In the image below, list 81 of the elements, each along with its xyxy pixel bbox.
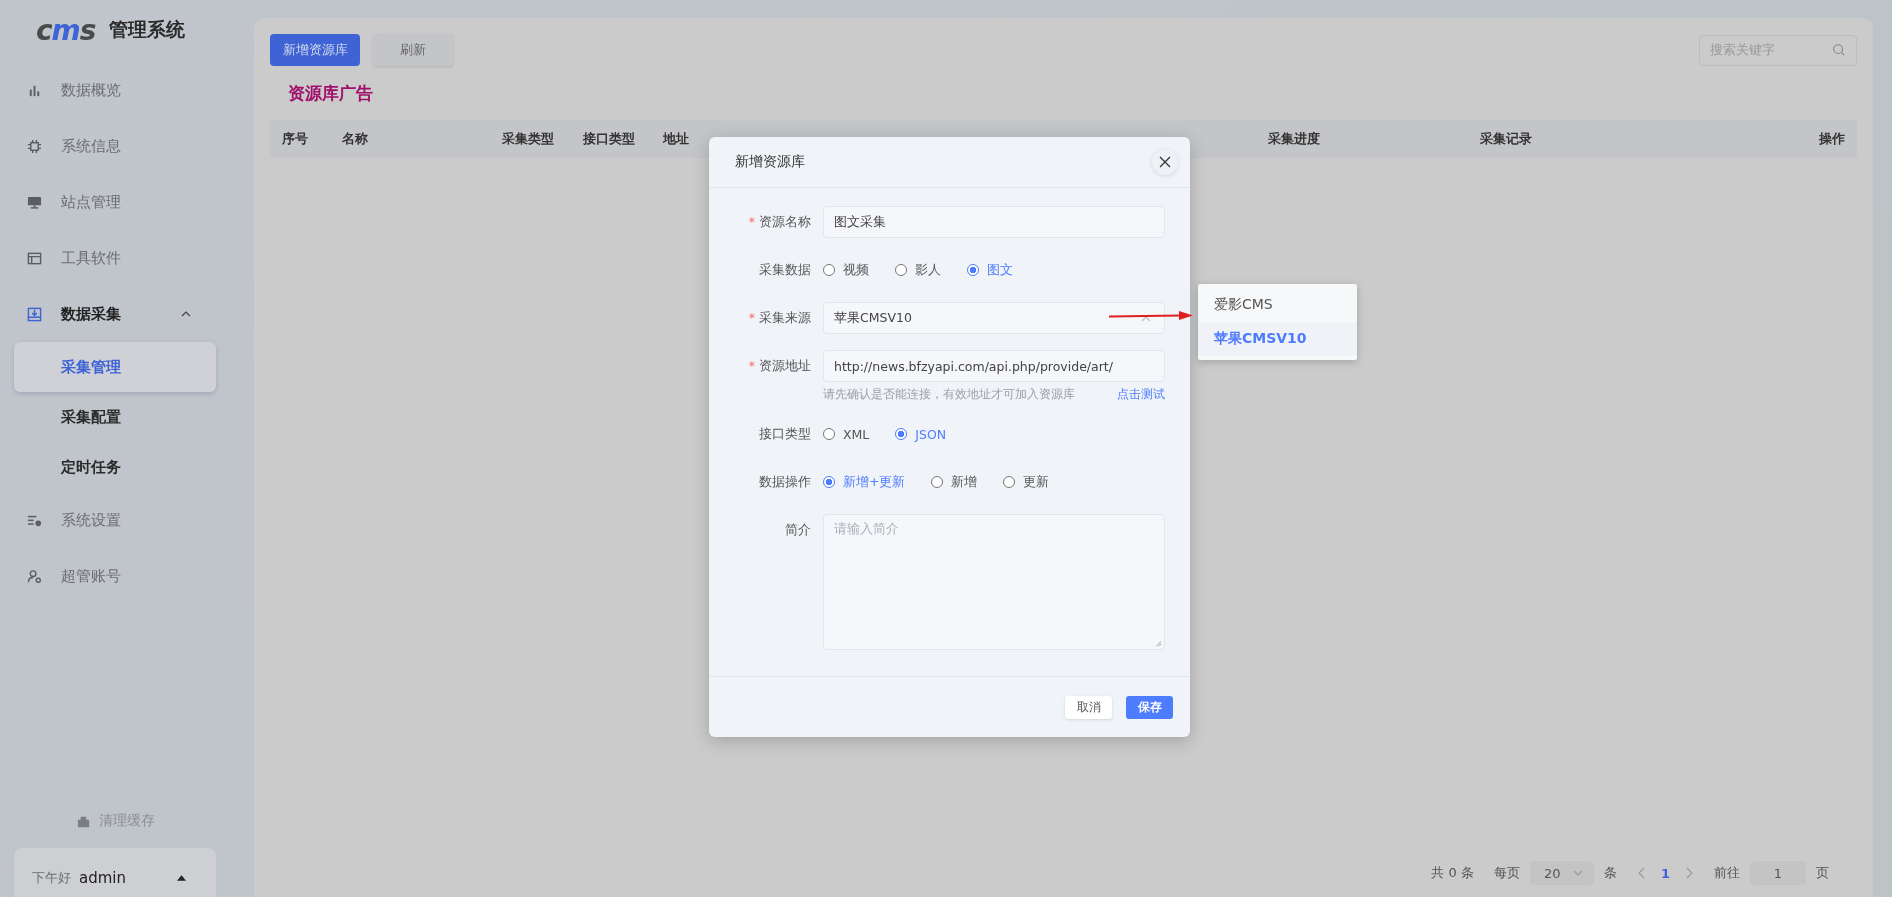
description-field[interactable]: 请输入简介 (823, 514, 1165, 650)
sidebar-item[interactable]: 工具软件 (14, 230, 216, 286)
column-header: 采集记录 (1480, 130, 1533, 148)
sidebar-subitem[interactable]: 采集管理 (14, 342, 216, 392)
dialog-button[interactable]: 保存 (1126, 695, 1173, 719)
radio-option[interactable]: JSON (895, 426, 947, 442)
required-mark: * (748, 309, 755, 327)
close-button[interactable] (1152, 149, 1178, 175)
column-header: 序号 (282, 130, 309, 148)
chip-icon (27, 138, 42, 154)
page-number[interactable]: 1 (1660, 865, 1670, 881)
field-hint: 请先确认是否能连接，有效地址才可加入资源库 (823, 387, 1075, 402)
field-label: 数据操作 (759, 473, 811, 491)
caret-icon (177, 874, 186, 881)
section-title: 资源库广告 (288, 81, 374, 105)
dropdown-option[interactable]: 苹果CMSV10 (1198, 322, 1357, 356)
column-header: 采集类型 (502, 130, 555, 148)
dialog-button[interactable]: 取消 (1065, 695, 1112, 719)
sidebar-subitem[interactable]: 采集配置 (14, 392, 216, 442)
resize-grip-icon[interactable] (1154, 639, 1162, 647)
monitor-icon (27, 194, 42, 210)
radio-button[interactable] (895, 428, 908, 440)
user-name: admin (79, 868, 126, 887)
required-mark: * (748, 213, 755, 231)
toolbar-button[interactable]: 新增资源库 (270, 34, 360, 66)
unit-label: 条 (1603, 864, 1617, 882)
download-box-icon (27, 306, 42, 322)
dialog-title: 新增资源库 (735, 153, 805, 171)
logo: cms (36, 13, 96, 47)
radio-option[interactable]: 图文 (967, 261, 1013, 279)
sidebar-item[interactable]: 超管账号 (14, 548, 216, 604)
sidebar-item[interactable]: 站点管理 (14, 174, 216, 230)
text-field[interactable]: http://news.bfzyapi.com/api.php/provide/art/ (823, 350, 1165, 382)
greeting: 下午好 (32, 868, 71, 887)
field-label: 采集来源 (759, 309, 811, 327)
field-label: 资源名称 (759, 213, 811, 231)
radio-button[interactable] (967, 264, 979, 276)
total-count: 共 0 条 (1431, 864, 1474, 882)
radio-button[interactable] (895, 264, 907, 276)
field-label: 简介 (785, 521, 811, 539)
radio-option[interactable]: 视频 (823, 261, 869, 279)
search-icon (1832, 43, 1846, 57)
page-unit-label: 页 (1816, 864, 1829, 882)
test-link[interactable]: 点击测试 (1117, 387, 1165, 402)
radio-option[interactable]: 影人 (895, 261, 941, 279)
page-size-select[interactable]: 20 (1529, 861, 1594, 885)
radio-button[interactable] (1003, 476, 1016, 488)
sidebar-item[interactable]: 数据概览 (14, 62, 216, 118)
radio-button[interactable] (931, 476, 944, 488)
page-size-label: 每页 (1493, 864, 1520, 882)
radio-option[interactable]: 更新 (1003, 473, 1050, 491)
column-header: 地址 (663, 130, 690, 148)
sidebar-subitem[interactable]: 定时任务 (14, 442, 216, 492)
radio-button[interactable] (823, 428, 835, 440)
user-gear-icon (27, 568, 42, 584)
field-label: 资源地址 (759, 357, 811, 375)
select-field[interactable]: 苹果CMSV10 (823, 302, 1165, 334)
field-label: 接口类型 (759, 425, 811, 443)
close-icon (1159, 156, 1171, 168)
window-icon (27, 250, 42, 266)
radio-option[interactable]: 新增+更新 (823, 473, 906, 491)
text-field[interactable]: 图文采集 (823, 206, 1165, 238)
column-header: 操作 (1819, 130, 1845, 148)
user-panel[interactable]: 下午好 admin (14, 848, 216, 897)
column-header: 名称 (342, 130, 369, 148)
toolbar-button[interactable]: 刷新 (373, 34, 453, 66)
required-mark: * (748, 357, 755, 375)
radio-option[interactable]: 新增 (931, 473, 978, 491)
sidebar-item[interactable]: 系统信息 (14, 118, 216, 174)
radio-option[interactable]: XML (823, 426, 870, 442)
field-label: 采集数据 (759, 261, 811, 279)
radio-button[interactable] (823, 476, 835, 488)
sidebar-item[interactable]: 数据采集 (14, 286, 216, 342)
radio-button[interactable] (823, 264, 835, 276)
goto-label: 前往 (1714, 864, 1740, 882)
column-header: 接口类型 (583, 130, 636, 148)
dropdown-option[interactable]: 爱影CMS (1198, 288, 1357, 322)
goto-page-field[interactable]: 1 (1750, 861, 1806, 885)
app-title: 管理系统 (109, 17, 186, 42)
sidebar-item[interactable]: 系统设置 (14, 492, 216, 548)
column-header: 采集进度 (1268, 130, 1321, 148)
